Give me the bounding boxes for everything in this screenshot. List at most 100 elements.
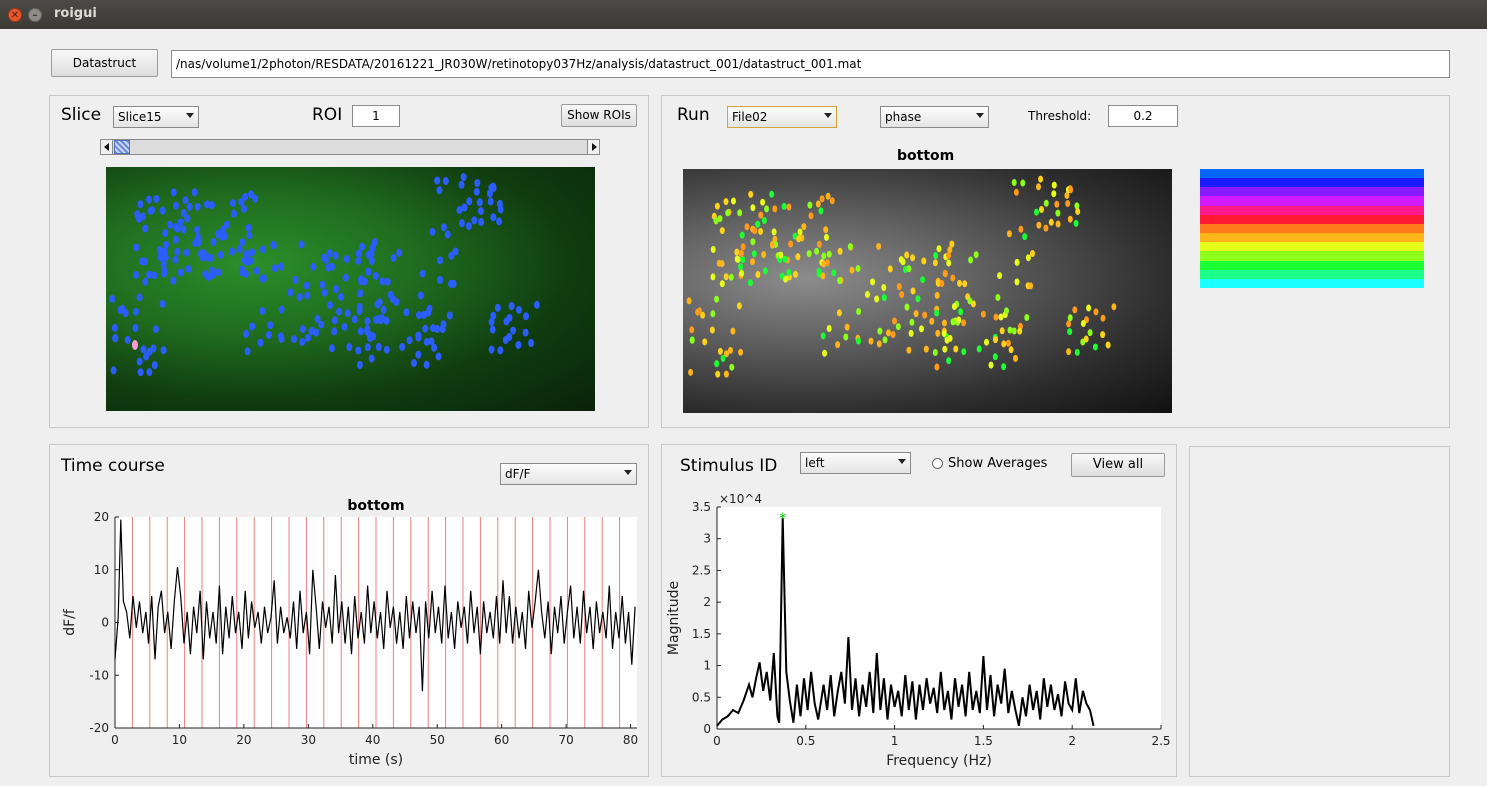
- roi-marker: [478, 218, 485, 226]
- x-tick-label: 20: [236, 733, 251, 747]
- colorbar-band: [1200, 242, 1424, 252]
- phase-roi-marker: [896, 283, 902, 291]
- phase-roi-marker: [942, 319, 947, 327]
- phase-roi-marker: [723, 198, 729, 206]
- run-select[interactable]: File02: [727, 106, 837, 128]
- slider-thumb[interactable]: [114, 140, 130, 154]
- roi-input[interactable]: 1: [352, 105, 400, 127]
- phase-roi-marker: [744, 223, 750, 231]
- phase-roi-marker: [844, 323, 850, 331]
- colorbar-band: [1200, 278, 1424, 289]
- map-mode-select[interactable]: phase: [880, 106, 989, 128]
- phase-roi-marker: [819, 195, 825, 203]
- roi-marker: [374, 300, 381, 309]
- phase-roi-markers: [686, 175, 1117, 378]
- run-select-value: File02: [732, 110, 768, 124]
- roi-marker: [186, 202, 193, 211]
- roi-marker: [365, 267, 372, 276]
- phase-roi-marker: [919, 325, 924, 333]
- slice-slider[interactable]: [100, 139, 600, 155]
- roi-marker: [236, 245, 243, 254]
- roi-marker: [153, 195, 160, 203]
- roi-marker: [466, 197, 473, 206]
- close-window-icon[interactable]: ✕: [8, 8, 22, 22]
- chart-title: bottom: [347, 498, 404, 514]
- colorbar-band: [1200, 196, 1424, 206]
- phase-roi-marker: [1011, 327, 1017, 335]
- phase-map-image[interactable]: [683, 169, 1172, 413]
- phase-roi-marker: [855, 265, 861, 272]
- threshold-input[interactable]: 0.2: [1108, 105, 1178, 127]
- map-mode-value: phase: [885, 110, 922, 124]
- roi-marker: [396, 248, 403, 257]
- phase-roi-marker: [993, 336, 998, 344]
- roi-marker: [257, 338, 264, 347]
- phase-roi-marker: [1100, 314, 1106, 322]
- roi-marker: [217, 250, 224, 259]
- phase-roi-marker: [801, 223, 807, 231]
- phase-roi-marker: [710, 246, 716, 253]
- phase-roi-marker: [1043, 199, 1049, 207]
- slice-select[interactable]: Slice15: [113, 106, 199, 128]
- roi-marker: [473, 187, 480, 196]
- colorbar-band: [1200, 251, 1424, 261]
- roi-marker: [147, 206, 154, 215]
- phase-roi-marker: [719, 227, 725, 235]
- roi-marker: [477, 207, 484, 216]
- roi-marker: [423, 360, 430, 369]
- roi-marker: [136, 214, 143, 223]
- roi-marker: [146, 368, 153, 377]
- phase-roi-marker: [1006, 230, 1012, 238]
- phase-roi-marker: [877, 327, 883, 335]
- stimulus-panel: Stimulus ID left Show Averages View all …: [661, 444, 1177, 777]
- roi-marker: [435, 352, 442, 361]
- phase-roi-marker: [892, 317, 897, 325]
- colorbar-band: [1200, 214, 1424, 224]
- roi-marker: [321, 288, 328, 297]
- phase-roi-marker: [942, 269, 948, 277]
- phase-roi-marker: [980, 310, 986, 318]
- roi-marker: [323, 255, 329, 264]
- phase-roi-marker: [942, 345, 948, 353]
- roi-marker: [384, 277, 391, 286]
- roi-marker: [494, 303, 501, 312]
- roi-marker: [119, 304, 126, 313]
- datastruct-path-field[interactable]: /nas/volume1/2photon/RESDATA/20161221_JR…: [171, 50, 1450, 78]
- slice-roi-image[interactable]: [106, 167, 595, 411]
- roi-marker: [403, 308, 410, 317]
- roi-marker: [490, 311, 497, 320]
- roi-marker: [244, 347, 251, 356]
- phase-roi-marker: [973, 251, 979, 259]
- phase-roi-marker: [1043, 224, 1049, 232]
- phase-roi-marker: [904, 303, 910, 311]
- roi-marker: [182, 196, 189, 205]
- roi-marker: [249, 248, 256, 257]
- roi-marker: [341, 322, 348, 331]
- roi-marker: [331, 327, 338, 336]
- x-tick-label: 0: [111, 733, 119, 747]
- roi-marker: [508, 302, 515, 310]
- phase-roi-marker: [881, 284, 887, 291]
- roi-marker: [194, 225, 201, 234]
- phase-roi-marker: [825, 192, 831, 200]
- slider-right-arrow-icon[interactable]: [587, 140, 599, 154]
- roi-marker: [241, 204, 247, 213]
- minimize-window-icon[interactable]: –: [28, 8, 42, 22]
- roi-marker: [318, 320, 325, 329]
- roi-marker: [151, 361, 158, 370]
- y-axis-label: Magnitude: [666, 581, 682, 655]
- datastruct-button[interactable]: Datastruct: [51, 49, 158, 77]
- slice-panel: Slice Slice15 ROI 1 Show ROIs: [49, 95, 649, 428]
- roi-marker: [399, 342, 406, 351]
- phase-roi-marker: [689, 326, 695, 334]
- roi-marker: [332, 251, 339, 260]
- slider-left-arrow-icon[interactable]: [101, 140, 113, 154]
- slice-select-value: Slice15: [118, 110, 162, 124]
- roi-marker: [243, 258, 250, 266]
- show-rois-button[interactable]: Show ROIs: [561, 104, 637, 127]
- roi-marker: [287, 288, 294, 297]
- roi-marker: [326, 249, 333, 257]
- phase-roi-marker: [923, 345, 929, 353]
- roi-marker: [304, 291, 311, 300]
- roi-marker: [260, 245, 267, 254]
